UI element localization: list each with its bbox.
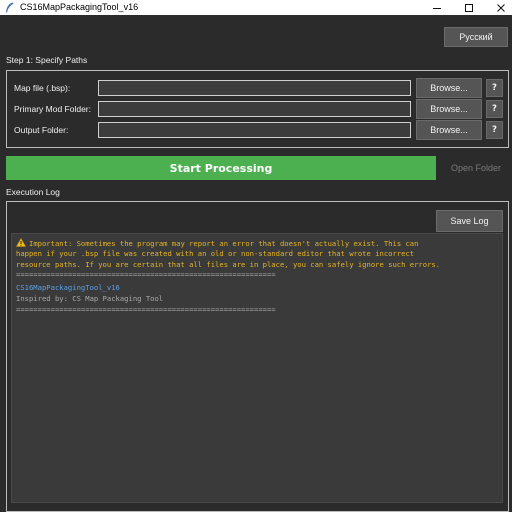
- close-button[interactable]: [484, 0, 512, 15]
- map-file-browse-button[interactable]: Browse...: [416, 78, 482, 98]
- feather-icon: [6, 2, 14, 13]
- save-log-button[interactable]: Save Log: [436, 210, 503, 232]
- mod-folder-browse-button[interactable]: Browse...: [416, 99, 482, 119]
- map-file-help-button[interactable]: ?: [486, 79, 503, 97]
- minimize-button[interactable]: [420, 0, 454, 15]
- log-line-app-name: CS16MapPackagingTool_v16: [16, 283, 120, 292]
- output-folder-label: Output Folder:: [14, 125, 69, 135]
- map-file-label: Map file (.bsp):: [14, 83, 71, 93]
- maximize-icon: [465, 3, 473, 12]
- mod-folder-help-button[interactable]: ?: [486, 100, 503, 118]
- language-button[interactable]: Русский: [444, 27, 508, 47]
- open-folder-button[interactable]: Open Folder: [442, 157, 510, 179]
- log-line-inspired: Inspired by: CS Map Packaging Tool: [16, 294, 164, 303]
- log-line-warning: Important: Sometimes the program may rep…: [16, 238, 418, 249]
- log-line: resource paths. If you are certain that …: [16, 260, 441, 269]
- map-file-input[interactable]: [98, 80, 411, 96]
- close-icon: [497, 3, 505, 12]
- log-text: Important: Sometimes the program may rep…: [29, 239, 419, 248]
- log-line: happen if your .bsp file was created wit…: [16, 249, 415, 258]
- log-separator: ========================================…: [16, 305, 276, 314]
- window-title: CS16MapPackagingTool_v16: [20, 2, 139, 12]
- log-output[interactable]: Important: Sometimes the program may rep…: [11, 233, 503, 503]
- step1-title: Step 1: Specify Paths: [6, 55, 88, 65]
- warning-triangle-icon: [16, 238, 26, 247]
- log-title: Execution Log: [6, 187, 60, 197]
- minimize-icon: [433, 7, 441, 9]
- output-folder-input[interactable]: [98, 122, 411, 138]
- maximize-button[interactable]: [452, 0, 486, 15]
- mod-folder-input[interactable]: [98, 101, 411, 117]
- output-folder-help-button[interactable]: ?: [486, 121, 503, 139]
- log-separator: ========================================…: [16, 270, 276, 279]
- mod-folder-label: Primary Mod Folder:: [14, 104, 91, 114]
- start-processing-button[interactable]: Start Processing: [6, 156, 436, 180]
- title-bar: CS16MapPackagingTool_v16: [0, 0, 512, 15]
- output-folder-browse-button[interactable]: Browse...: [416, 120, 482, 140]
